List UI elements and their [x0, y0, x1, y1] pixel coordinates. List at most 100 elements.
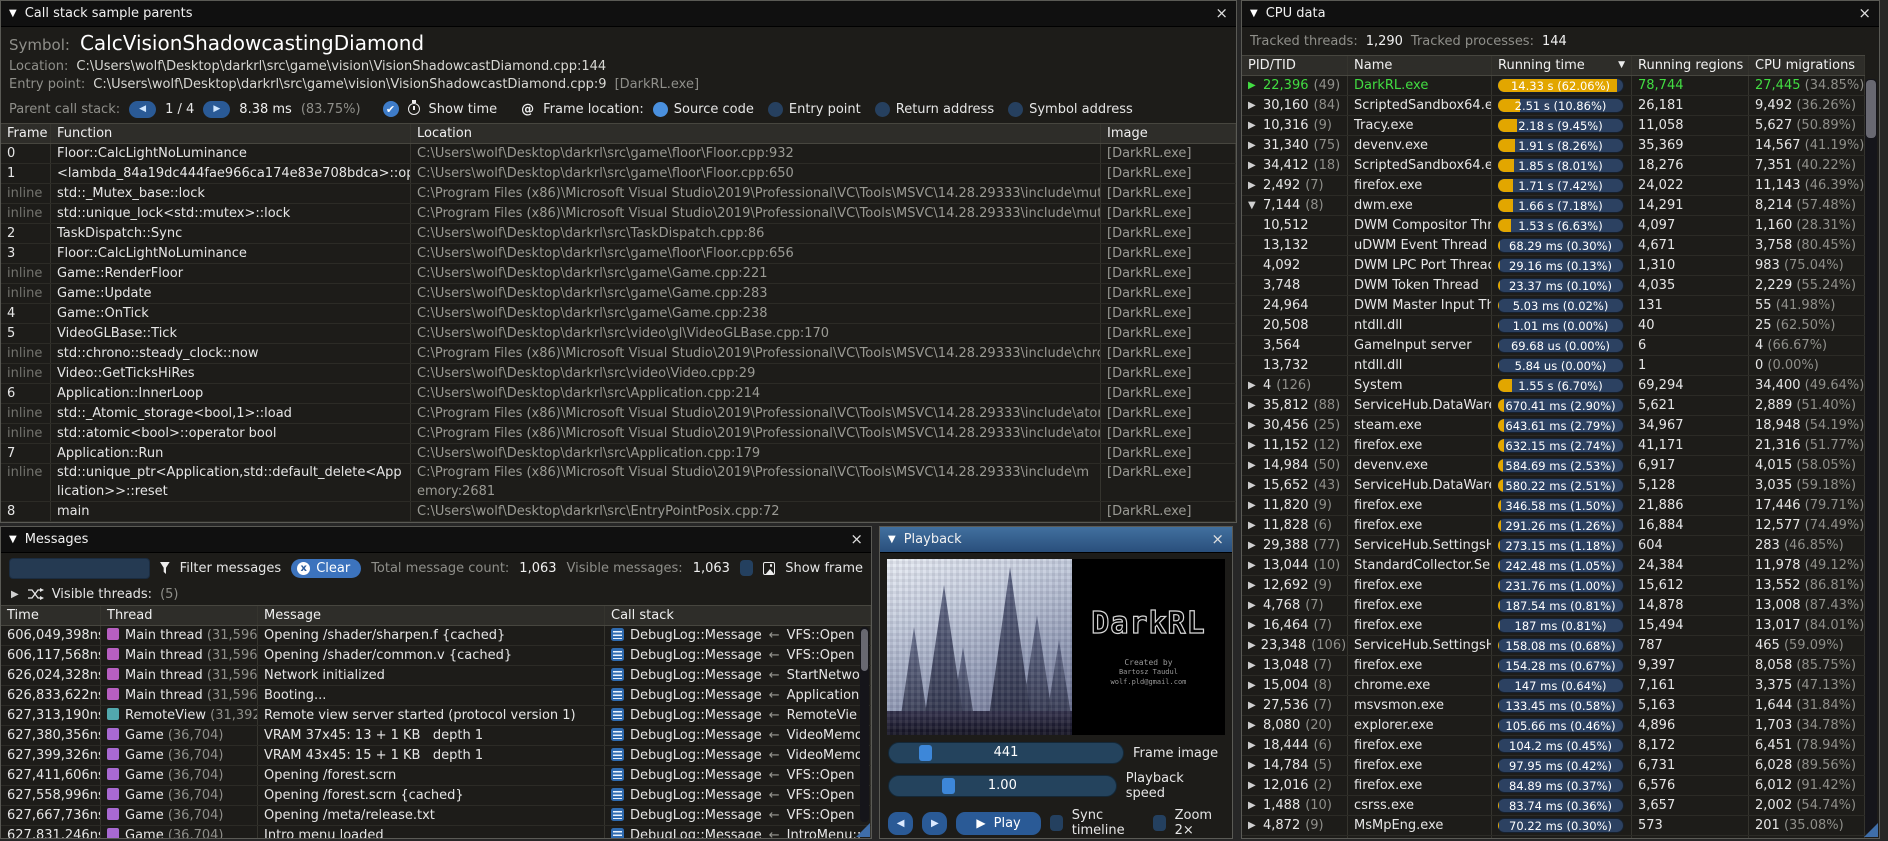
message-row[interactable]: 627,411,606nsGame (36,704)Opening /fores… — [1, 766, 871, 786]
callstack-icon[interactable] — [611, 768, 624, 781]
column-header-cpu-migrations[interactable]: CPU migrations — [1749, 56, 1865, 75]
collapse-icon[interactable]: ▼ — [9, 8, 17, 19]
expand-process-icon[interactable]: ▶ — [1248, 676, 1258, 695]
cpu-process-row[interactable]: ▶1,488(10)csrss.exe83.74 ms (0.36%)3,657… — [1242, 796, 1865, 816]
frame-location-radio-entry-point[interactable]: Entry point — [768, 102, 861, 117]
column-header-name[interactable]: Name — [1348, 56, 1492, 75]
column-header-thread[interactable]: Thread — [101, 606, 258, 625]
cpu-process-row[interactable]: ▶15,652(43)ServiceHub.DataWarehou580.22 … — [1242, 476, 1865, 496]
expand-process-icon[interactable]: ▶ — [1248, 576, 1258, 595]
column-header-time[interactable]: Time — [1, 606, 101, 625]
callstack-frame-row[interactable]: inlinestd::atomic<bool>::operator boolC:… — [1, 424, 1236, 444]
callstack-frame-row[interactable]: inlinestd::unique_ptr<Application,std::d… — [1, 464, 1236, 502]
callstack-frame-row[interactable]: 4Game::OnTickC:\Users\wolf\Desktop\darkr… — [1, 304, 1236, 324]
expand-process-icon[interactable]: ▶ — [1248, 816, 1258, 835]
callstack-frame-row[interactable]: inlineGame::UpdateC:\Users\wolf\Desktop\… — [1, 284, 1236, 304]
message-row[interactable]: 627,399,326nsGame (36,704)VRAM 43x45: 15… — [1, 746, 871, 766]
message-callstack[interactable]: DebugLog::Message←IntroMenu:: — [605, 826, 871, 839]
cpu-process-row[interactable]: 13,732ntdll.dll5.84 us (0.00%)10 (0.00%) — [1242, 356, 1865, 376]
callstack-frame-row[interactable]: inlineinvoke_maind:\agent\_work\63\s\src… — [1, 522, 1236, 523]
cpu-process-row[interactable]: ▶4,768(7)firefox.exe187.54 ms (0.81%)14,… — [1242, 596, 1865, 616]
column-header-function[interactable]: Function — [51, 124, 411, 143]
callstack-icon[interactable] — [611, 708, 624, 721]
message-callstack[interactable]: DebugLog::Message←VFS::Open — [605, 766, 871, 785]
cpu-process-row[interactable]: ▶16,464(7)firefox.exe187 ms (0.81%)15,49… — [1242, 616, 1865, 636]
cpu-process-row[interactable]: ▶2,492(7)firefox.exe1.71 s (7.42%)24,022… — [1242, 176, 1865, 196]
expand-process-icon[interactable]: ▶ — [1248, 416, 1258, 435]
cpu-process-row[interactable]: ▶35,812(88)ServiceHub.DataWarehou670.41 … — [1242, 396, 1865, 416]
cpu-process-row[interactable]: ▶31,340(75)devenv.exe1.91 s (8.26%)35,36… — [1242, 136, 1865, 156]
callstack-frame-row[interactable]: inlineVideo::GetTicksHiResC:\Users\wolf\… — [1, 364, 1236, 384]
clear-button[interactable]: x Clear — [291, 559, 361, 578]
expand-process-icon[interactable]: ▶ — [1248, 656, 1258, 675]
messages-scrollbar-thumb[interactable] — [861, 629, 868, 671]
cpu-process-row[interactable]: ▶23,348(106)ServiceHub.SettingsHost158.0… — [1242, 636, 1865, 656]
cpu-process-row[interactable]: ▶30,456(25)steam.exe643.61 ms (2.79%)34,… — [1242, 416, 1865, 436]
callstack-frame-row[interactable]: 6Application::InnerLoopC:\Users\wolf\Des… — [1, 384, 1236, 404]
cpu-process-row[interactable]: ▶4(126)System1.55 s (6.70%)69,29434,400 … — [1242, 376, 1865, 396]
expand-process-icon[interactable]: ▶ — [1248, 136, 1258, 155]
expand-process-icon[interactable]: ▶ — [1248, 536, 1258, 555]
show-time-checkbox[interactable]: ✔ — [383, 101, 399, 117]
message-row[interactable]: 627,380,356nsGame (36,704)VRAM 37x45: 13… — [1, 726, 871, 746]
cpu-process-row[interactable]: ▶11,828(6)firefox.exe291.26 ms (1.26%)16… — [1242, 516, 1865, 536]
close-icon[interactable]: × — [1858, 6, 1871, 21]
expand-process-icon[interactable]: ▶ — [1248, 476, 1258, 495]
expand-process-icon[interactable]: ▶ — [1248, 776, 1258, 795]
close-icon[interactable]: × — [1211, 532, 1224, 547]
expand-process-icon[interactable]: ▶ — [1248, 376, 1258, 395]
collapse-icon[interactable]: ▼ — [1250, 8, 1258, 19]
message-callstack[interactable]: DebugLog::Message←StartNetwo — [605, 666, 871, 685]
callstack-icon[interactable] — [611, 648, 624, 661]
expand-process-icon[interactable]: ▶ — [1248, 456, 1258, 475]
callstack-icon[interactable] — [611, 788, 624, 801]
callstack-frame-row[interactable]: 5VideoGLBase::TickC:\Users\wolf\Desktop\… — [1, 324, 1236, 344]
frame-location-radio-return-address[interactable]: Return address — [875, 102, 994, 117]
callstack-frame-row[interactable]: 8mainC:\Users\wolf\Desktop\darkrl\src\En… — [1, 502, 1236, 522]
collapse-icon[interactable]: ▼ — [9, 534, 17, 545]
playback-speed-slider[interactable]: 1.00 — [888, 775, 1117, 797]
next-frame-button[interactable]: ▶ — [922, 812, 947, 835]
cpu-process-row[interactable]: 10,512DWM Compositor Thread1.53 s (6.63%… — [1242, 216, 1865, 236]
sync-timeline-checkbox[interactable] — [1050, 815, 1063, 831]
message-callstack[interactable]: DebugLog::Message←VFS::Open — [605, 786, 871, 805]
message-callstack[interactable]: DebugLog::Message←RemoteVie — [605, 706, 871, 725]
expand-process-icon[interactable]: ▶ — [1248, 176, 1258, 195]
callstack-icon[interactable] — [611, 828, 624, 839]
cpu-process-row[interactable]: ▶8,080(20)explorer.exe105.66 ms (0.46%)4… — [1242, 716, 1865, 736]
radio-icon[interactable] — [1008, 102, 1023, 117]
message-row[interactable]: 627,313,190nsRemoteView (31,392)Remote v… — [1, 706, 871, 726]
cpu-process-row[interactable]: 4,092DWM LPC Port Thread29.16 ms (0.13%)… — [1242, 256, 1865, 276]
cpu-scrollbar-thumb[interactable] — [1866, 80, 1876, 138]
expand-process-icon[interactable]: ▼ — [1248, 196, 1258, 215]
expand-process-icon[interactable]: ▶ — [1248, 716, 1258, 735]
callstack-frame-row[interactable]: 1<lambda_84a19dc444fae966ca174e83e708bdc… — [1, 164, 1236, 184]
cpu-process-row[interactable]: ▶30,160(84)ScriptedSandbox64.exe2.51 s (… — [1242, 96, 1865, 116]
prev-frame-button[interactable]: ◀ — [888, 812, 913, 835]
column-header-pid-tid[interactable]: PID/TID — [1242, 56, 1348, 75]
cpu-process-row[interactable]: ▶13,044(10)StandardCollector.Service242.… — [1242, 556, 1865, 576]
callstack-frame-row[interactable]: inlineGame::RenderFloorC:\Users\wolf\Des… — [1, 264, 1236, 284]
callstack-frame-row[interactable]: 3Floor::CalcLightNoLuminanceC:\Users\wol… — [1, 244, 1236, 264]
cpu-process-row[interactable]: 3,748DWM Token Thread23.37 ms (0.10%)4,0… — [1242, 276, 1865, 296]
show-frame-checkbox[interactable] — [740, 560, 753, 576]
callstack-icon[interactable] — [611, 688, 624, 701]
message-row[interactable]: 606,049,398nsMain thread (31,596)Opening… — [1, 626, 871, 646]
expand-process-icon[interactable]: ▶ — [1248, 636, 1256, 655]
zoom-2x-checkbox[interactable] — [1153, 815, 1166, 831]
frame-location-radio-symbol-address[interactable]: Symbol address — [1008, 102, 1133, 117]
expand-threads-icon[interactable]: ▶ — [11, 589, 19, 600]
next-callstack-button[interactable]: ▶ — [203, 101, 230, 118]
resize-grip[interactable] — [1864, 823, 1878, 837]
callstack-frame-row[interactable]: inlinestd::unique_lock<std::mutex>::lock… — [1, 204, 1236, 224]
radio-icon[interactable] — [768, 102, 783, 117]
expand-process-icon[interactable]: ▶ — [1248, 396, 1258, 415]
message-callstack[interactable]: DebugLog::Message←VFS::Open — [605, 806, 871, 825]
resize-grip[interactable] — [856, 823, 870, 837]
callstack-icon[interactable] — [611, 628, 624, 641]
cpu-process-row[interactable]: ▶34,412(18)ScriptedSandbox64.exe1.85 s (… — [1242, 156, 1865, 176]
expand-process-icon[interactable]: ▶ — [1248, 836, 1258, 839]
cpu-process-row[interactable]: 3,564GameInput server69.68 us (0.00%)64 … — [1242, 336, 1865, 356]
cpu-process-row[interactable]: ▶27,696(17)Microsoft.ServiceHub.Co48.06 … — [1242, 836, 1865, 839]
callstack-icon[interactable] — [611, 748, 624, 761]
